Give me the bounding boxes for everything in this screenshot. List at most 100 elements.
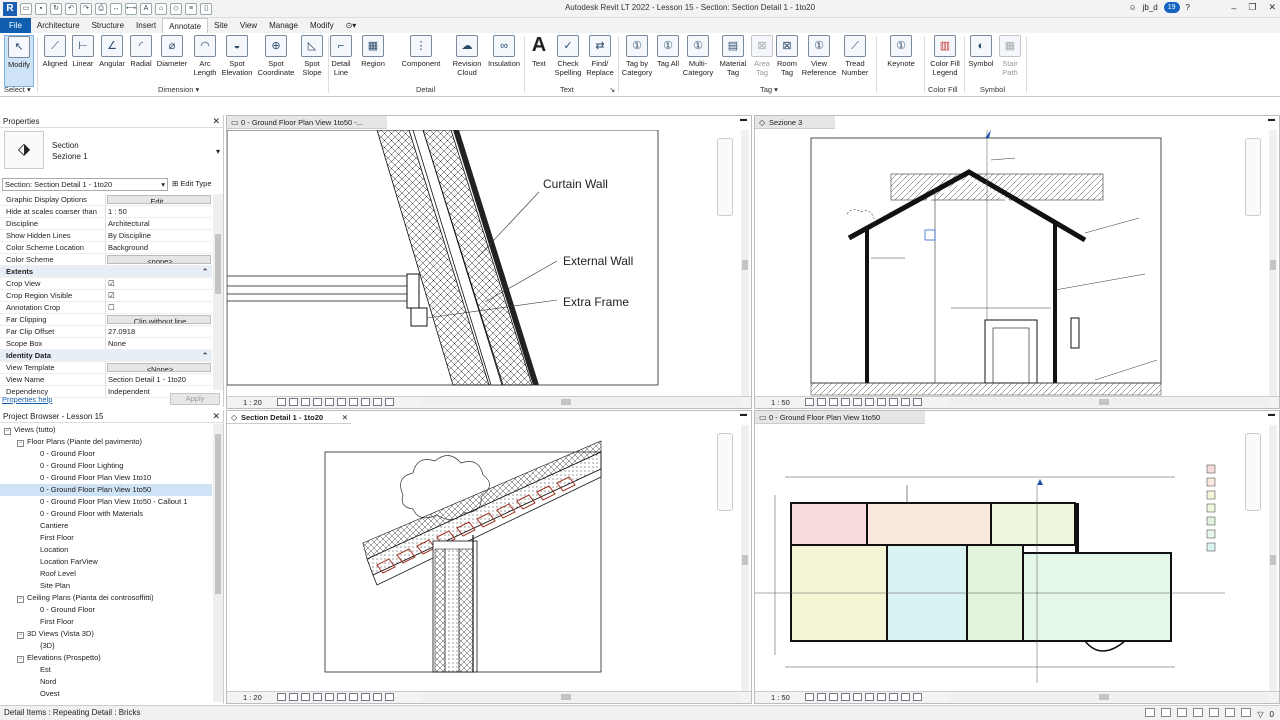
view-scale[interactable]: 1 : 20 [243,692,262,703]
revit-logo-icon[interactable]: R [3,2,17,16]
scroll-thumb[interactable] [1099,694,1109,700]
property-value-button[interactable]: <none> [107,255,211,264]
property-group-header[interactable]: Identity Data ⌃ [0,350,212,362]
apply-button[interactable]: Apply [170,393,220,405]
browser-view-item[interactable]: First Floor [0,532,212,544]
text-panel-launcher-icon[interactable]: ↘ [609,85,615,94]
vertical-scrollbar[interactable] [1269,425,1277,691]
component-button[interactable]: ⋮ Component [398,35,444,87]
3d-view-icon[interactable]: ⌂ [155,3,167,15]
tag-icon[interactable]: A [140,3,152,15]
open-icon[interactable]: ▭ [20,3,32,15]
type-selector[interactable]: ⬗ Section Sezione 1 ▾ [4,131,222,171]
radial-button[interactable]: ◜ Radial [128,35,154,87]
help-icon[interactable]: ? [1186,3,1190,12]
view-section-detail-1to20[interactable]: ◇ Section Detail 1 - 1to20 ✕ ▬ 1 : 20 [226,410,752,704]
view-tab-active[interactable]: ◇ Section Detail 1 - 1to20 ✕ [227,411,351,424]
navigation-bar[interactable] [1245,433,1261,511]
view-tab[interactable]: ▭ 0 - Ground Floor Plan View 1to50 [755,411,925,424]
vertical-scrollbar[interactable] [741,130,749,396]
browser-view-item[interactable]: Nord [0,676,212,688]
filter-icon[interactable]: ▽ [1257,708,1263,719]
view-controls[interactable] [277,693,397,702]
close-icon[interactable]: ✕ [212,410,220,423]
modify-button[interactable]: ↖ Modify [4,35,34,87]
collapse-toggle-icon[interactable]: − [17,440,24,447]
insulation-button[interactable]: ∞ Insulation [486,35,522,87]
property-value-button[interactable]: <None> [107,363,211,372]
material-tag-button[interactable]: ▤ Material Tag [716,35,750,87]
diameter-button[interactable]: ⌀ Diameter [154,35,190,87]
room-tag-button[interactable]: ⊠ Room Tag [774,35,800,87]
browser-view-item[interactable]: 0 - Ground Floor [0,448,212,460]
property-value[interactable]: ☑ [106,278,212,289]
property-row[interactable]: Hide at scales coarser than 1 : 50 [0,206,212,218]
undo-icon[interactable]: ↶ [65,3,77,15]
property-row[interactable]: Color Scheme <none> [0,254,212,266]
symbol-button[interactable]: ◐ Symbol [966,35,996,87]
horizontal-scrollbar[interactable] [421,693,741,701]
scroll-thumb[interactable] [1099,399,1109,405]
arc-length-button[interactable]: ◠ Arc Length [190,35,220,87]
scroll-thumb[interactable] [561,694,571,700]
view-scale[interactable]: 1 : 50 [771,397,790,408]
print-icon[interactable]: ⎙ [95,3,107,15]
scroll-thumb[interactable] [1270,555,1276,565]
view-tab[interactable]: ▭ 0 - Ground Floor Plan View 1to50 -... [227,116,387,129]
collapse-toggle-icon[interactable]: − [4,428,11,435]
select-by-face-icon[interactable] [1225,708,1236,717]
spot-elevation-button[interactable]: ◒ Spot Elevation [220,35,254,87]
browser-view-item[interactable]: Site Plan [0,580,212,592]
tag-all-button[interactable]: ① Tag All [656,35,680,87]
browser-folder[interactable]: − Elevations (Prospetto) [0,652,212,664]
view-menu-icon[interactable]: ▬ [740,411,747,418]
tab-structure[interactable]: Structure [86,18,130,33]
property-row[interactable]: Far Clipping Clip without line [0,314,212,326]
select-panel-label[interactable]: Select ▾ [4,85,31,94]
browser-view-item[interactable]: Location FarView [0,556,212,568]
tab-modify[interactable]: Modify [304,18,340,33]
view-controls[interactable] [805,693,925,702]
horizontal-scrollbar[interactable] [949,398,1269,406]
linear-button[interactable]: ⊢ Linear [70,35,96,87]
scroll-thumb[interactable] [215,434,221,594]
browser-view-item[interactable]: First Floor [0,616,212,628]
sync-icon[interactable]: ↻ [50,3,62,15]
tread-number-button[interactable]: ⟋ Tread Number [838,35,872,87]
property-value-button[interactable]: Clip without line [107,315,211,324]
view-reference-button[interactable]: ① View Reference [800,35,838,87]
view-controls[interactable] [805,398,925,407]
browser-view-item[interactable]: 0 - Ground Floor Plan View 1to10 [0,472,212,484]
vertical-scrollbar[interactable] [741,425,749,691]
minimize-icon[interactable]: – [1231,3,1236,13]
instance-dropdown[interactable]: Section: Section Detail 1 - 1to20 ▾ [2,178,168,191]
properties-scrollbar[interactable] [213,194,223,390]
stair-path-button[interactable]: ▦ Stair Path [996,35,1024,87]
tag-panel-label[interactable]: Tag ▾ [760,85,778,94]
property-row[interactable]: Color Scheme Location Background [0,242,212,254]
browser-view-item[interactable]: {3D} [0,640,212,652]
dimension-panel-label[interactable]: Dimension ▾ [158,85,199,94]
property-value[interactable]: Background [106,242,212,253]
collapse-toggle-icon[interactable]: − [17,632,24,639]
check-spelling-button[interactable]: ✓ Check Spelling [552,35,584,87]
horizontal-scrollbar[interactable] [949,693,1269,701]
view-ground-floor-1to50[interactable]: ▭ 0 - Ground Floor Plan View 1to50 ▬ 1 : … [754,410,1280,704]
scroll-thumb[interactable] [742,260,748,270]
view-ground-floor-1to50-detail[interactable]: ▭ 0 - Ground Floor Plan View 1to50 -... ▬… [226,115,752,409]
property-value[interactable]: Architectural [106,218,212,229]
collapse-icon[interactable]: ⌃ [200,266,212,277]
property-row[interactable]: Far Clip Offset 27.0918 [0,326,212,338]
property-value[interactable]: ☐ [106,302,212,313]
user-icon[interactable]: ☺ [1128,3,1136,12]
property-row[interactable]: Scope Box None [0,338,212,350]
view-scale[interactable]: 1 : 50 [771,692,790,703]
browser-folder[interactable]: − Ceiling Plans (Pianta dei controsoffitt… [0,592,212,604]
navigation-bar[interactable] [717,433,733,511]
property-row[interactable]: Annotation Crop ☐ [0,302,212,314]
section-icon[interactable]: ◇ [170,3,182,15]
view-menu-icon[interactable]: ▬ [1268,116,1275,123]
browser-view-item[interactable]: Roof Level [0,568,212,580]
browser-view-item[interactable]: Ovest [0,688,212,700]
browser-folder[interactable]: −3D Views (Vista 3D) [0,628,212,640]
